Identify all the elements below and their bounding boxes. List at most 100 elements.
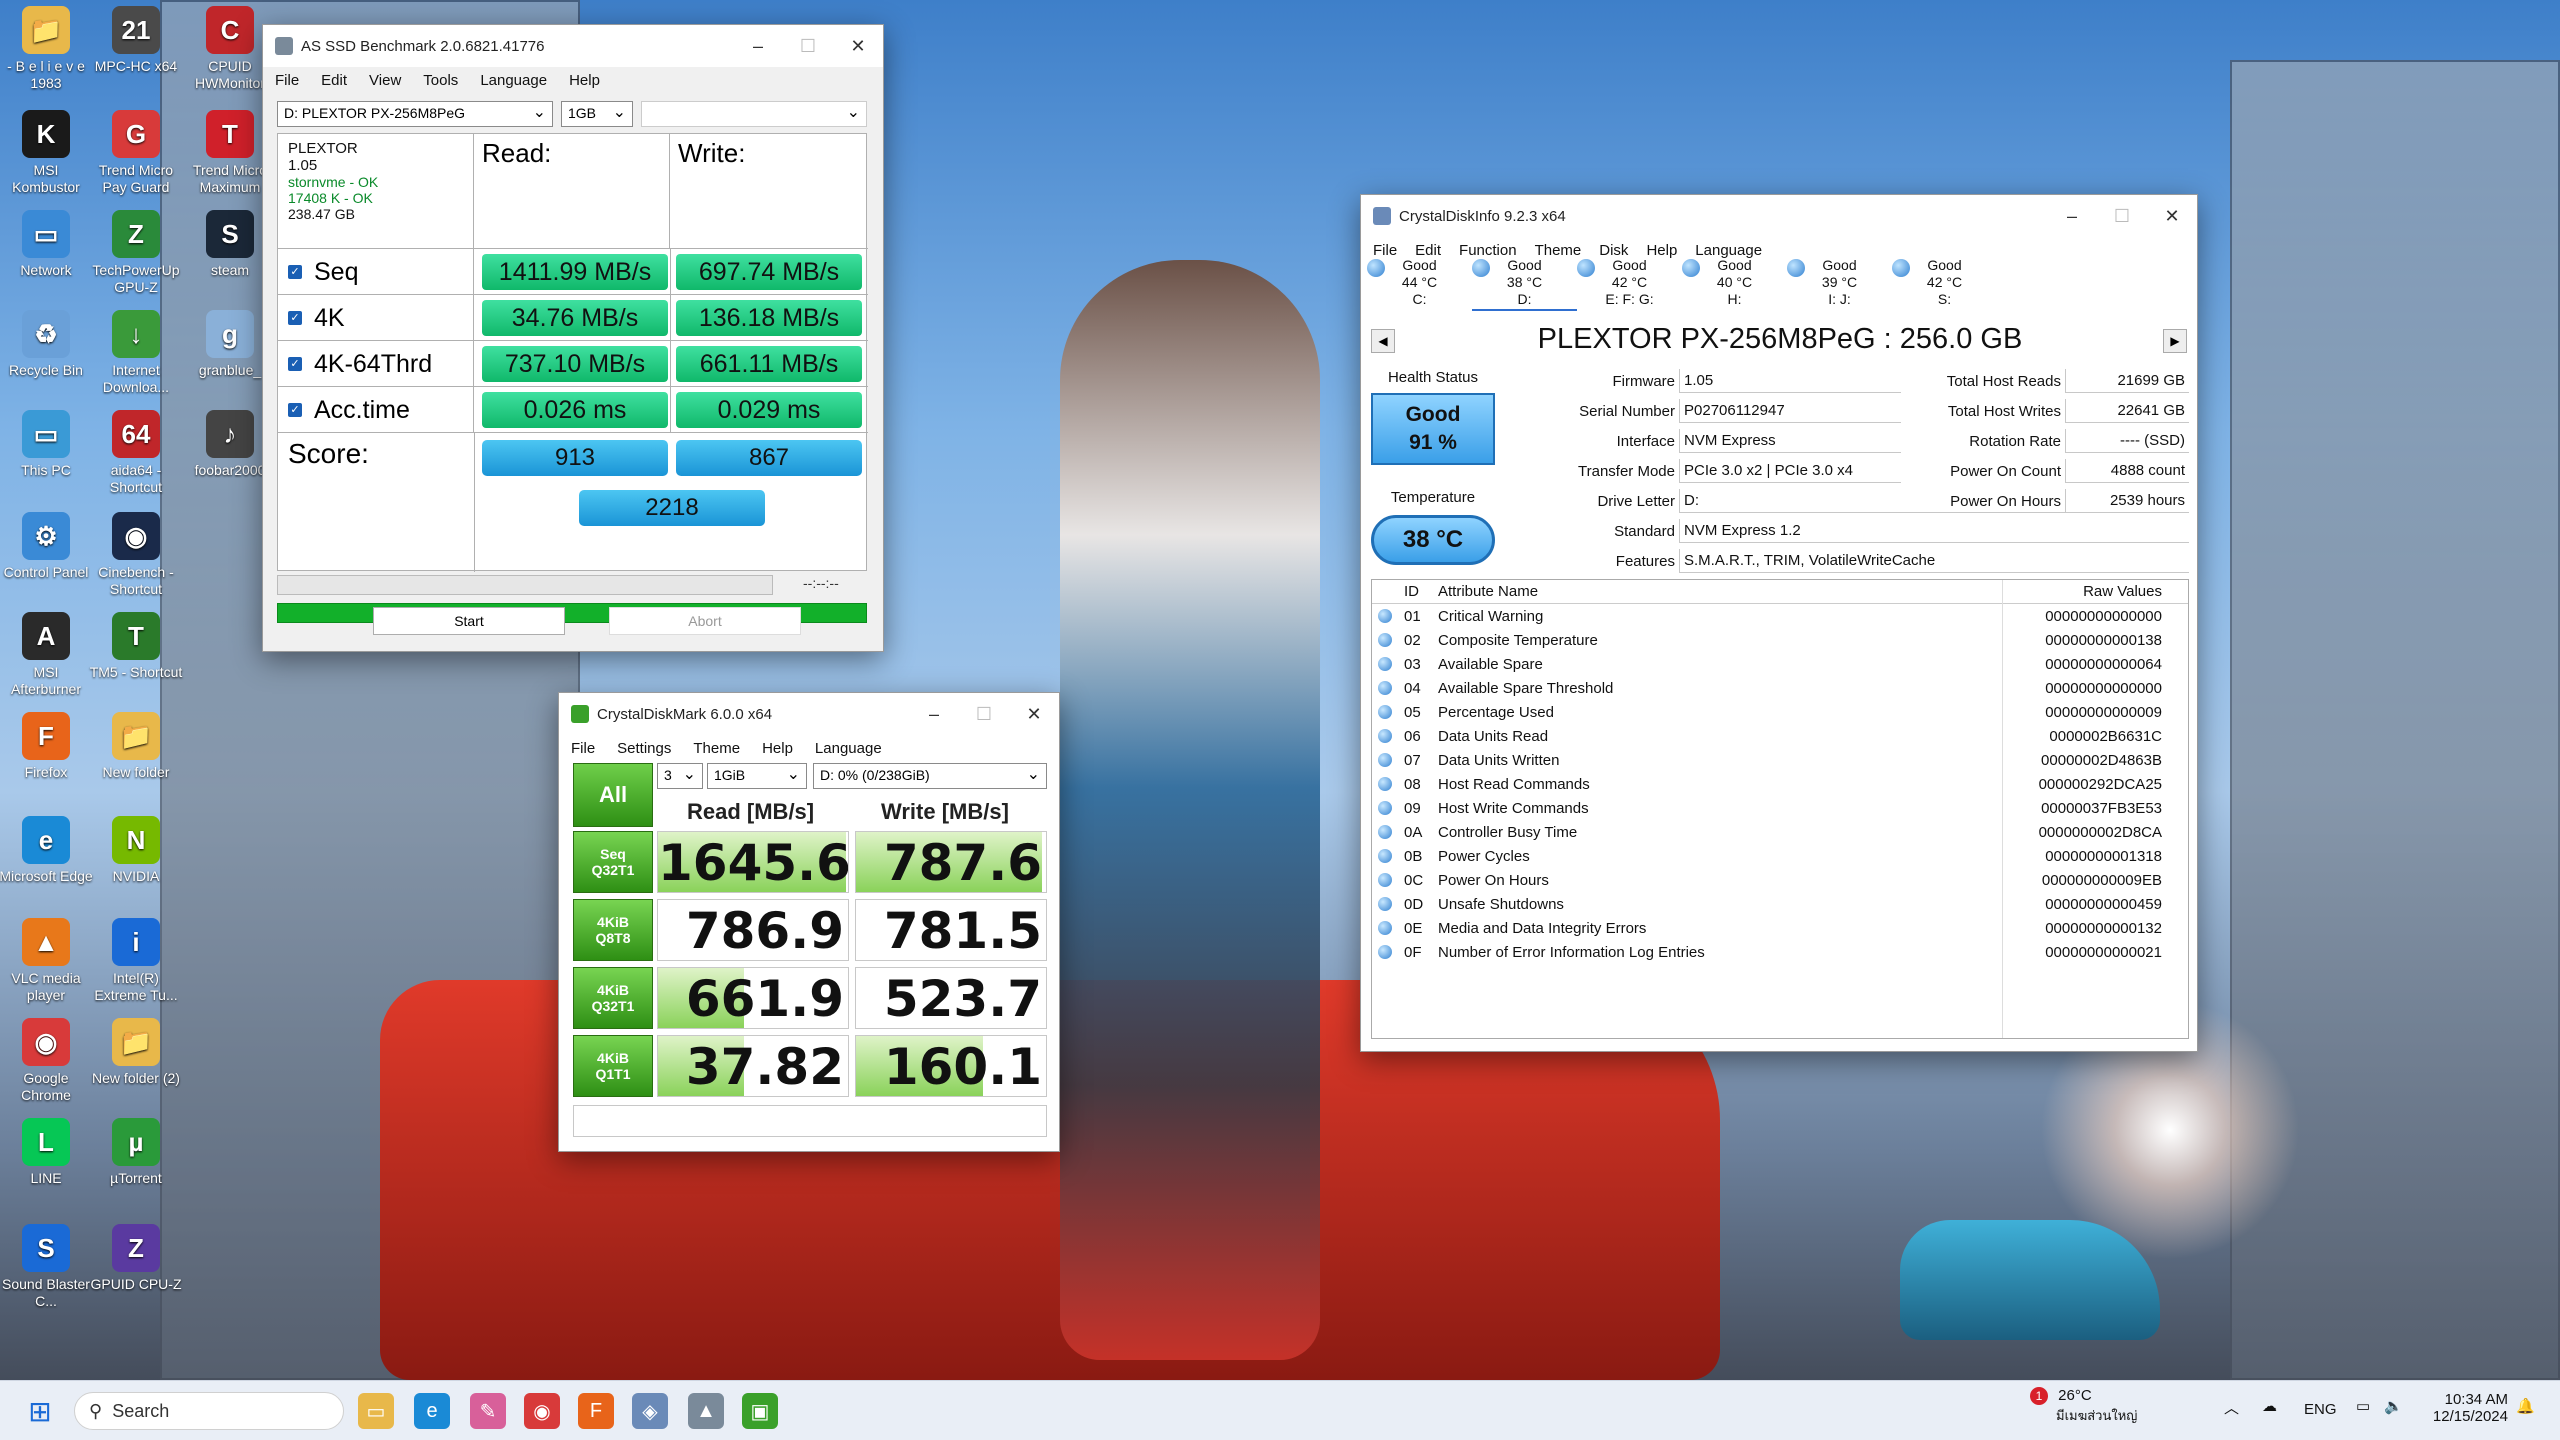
close-icon[interactable]: ✕	[1009, 704, 1059, 725]
volume-icon[interactable]: 🔈	[2384, 1397, 2403, 1415]
minimize-icon[interactable]: –	[733, 36, 783, 57]
edge-icon[interactable]: e	[414, 1393, 450, 1429]
desktop-icon[interactable]: Z GPUID CPU-Z	[88, 1224, 184, 1293]
cdm-all-button[interactable]: All	[573, 763, 653, 827]
as-ssd-taskbar-icon[interactable]: ▲	[688, 1393, 724, 1429]
desktop-icon[interactable]: 📁 New folder (2)	[88, 1018, 184, 1087]
smart-attribute-row[interactable]: 0F Number of Error Information Log Entrie…	[1372, 940, 2188, 964]
desktop-icon[interactable]: Z TechPowerUp GPU-Z	[88, 210, 184, 296]
test-label[interactable]: ✓ 4K-64Thrd	[278, 341, 474, 387]
smart-attribute-row[interactable]: 06 Data Units Read 0000002B6631C	[1372, 724, 2188, 748]
cdi-menu-item[interactable]: Function	[1459, 242, 1517, 259]
start-button[interactable]: Start	[373, 607, 565, 635]
start-button-icon[interactable]: ⊞	[22, 1393, 58, 1429]
cdi-drive-tab[interactable]: Good 42 °C E: F: G:	[1577, 257, 1682, 311]
raw-values-column-header[interactable]: Raw Values	[1990, 583, 2162, 600]
desktop-icon[interactable]: T TM5 - Shortcut	[88, 612, 184, 681]
smart-attribute-row[interactable]: 01 Critical Warning 00000000000000	[1372, 604, 2188, 628]
smart-attribute-row[interactable]: 0E Media and Data Integrity Errors 0000000…	[1372, 916, 2188, 940]
crystaldiskinfo-taskbar-icon[interactable]: ◈	[632, 1393, 668, 1429]
file-explorer-icon[interactable]: ▭	[358, 1393, 394, 1429]
cdi-drive-tab[interactable]: Good 40 °C H:	[1682, 257, 1787, 311]
crystaldiskmark-taskbar-icon[interactable]: ▣	[742, 1393, 778, 1429]
network-icon[interactable]: ▭	[2356, 1397, 2370, 1415]
cdi-drive-tab[interactable]: Good 38 °C D:	[1472, 257, 1577, 311]
smart-attribute-row[interactable]: 07 Data Units Written 00000002D4863B	[1372, 748, 2188, 772]
smart-attribute-row[interactable]: 0A Controller Busy Time 0000000002D8CA	[1372, 820, 2188, 844]
desktop-icon[interactable]: ◉ Cinebench - Shortcut	[88, 512, 184, 598]
desktop-icon[interactable]: ▲ VLC media player	[0, 918, 94, 1004]
cdm-comment-field[interactable]	[573, 1105, 1047, 1137]
maximize-icon[interactable]: ☐	[959, 704, 1009, 725]
cdm-test-button[interactable]: Seq Q32T1	[573, 831, 653, 893]
maximize-icon[interactable]: ☐	[783, 36, 833, 57]
paint-icon[interactable]: ✎	[470, 1393, 506, 1429]
as-ssd-extra-field[interactable]	[641, 101, 867, 127]
desktop-icon[interactable]: ♻ Recycle Bin	[0, 310, 94, 379]
desktop-icon[interactable]: ⚙ Control Panel	[0, 512, 94, 581]
desktop-icon[interactable]: µ µTorrent	[88, 1118, 184, 1187]
desktop-icon[interactable]: L LINE	[0, 1118, 94, 1187]
as-ssd-window[interactable]: AS SSD Benchmark 2.0.6821.41776 – ☐ ✕ Fi…	[262, 24, 884, 652]
smart-attribute-row[interactable]: 0C Power On Hours 000000000009EB	[1372, 868, 2188, 892]
onedrive-cloud-icon[interactable]: ☁	[2262, 1397, 2277, 1415]
desktop-icon[interactable]: 21 MPC-HC x64	[88, 6, 184, 75]
checkbox-checked-icon[interactable]: ✓	[288, 403, 302, 417]
crystaldiskmark-window[interactable]: CrystalDiskMark 6.0.0 x64 – ☐ ✕ File Sett…	[558, 692, 1060, 1152]
cdi-menu-item[interactable]: Help	[1646, 242, 1677, 259]
cdm-test-button[interactable]: 4KiB Q32T1	[573, 967, 653, 1029]
cdm-count-select[interactable]: 3	[657, 763, 703, 789]
desktop-icon[interactable]: F Firefox	[0, 712, 94, 781]
desktop-icon[interactable]: ◉ Google Chrome	[0, 1018, 94, 1104]
maximize-icon[interactable]: ☐	[2097, 206, 2147, 227]
desktop-icon[interactable]: 📁 - B e l i e v e 1983	[0, 6, 94, 92]
as-ssd-drive-select[interactable]: D: PLEXTOR PX-256M8PeG	[277, 101, 553, 127]
clock[interactable]: 10:34 AM 12/15/2024	[2424, 1391, 2508, 1425]
as-ssd-menu-item[interactable]: Help	[569, 72, 600, 89]
desktop-icon[interactable]: 📁 New folder	[88, 712, 184, 781]
cdm-size-select[interactable]: 1GiB	[707, 763, 807, 789]
smart-attribute-row[interactable]: 08 Host Read Commands 000000292DCA25	[1372, 772, 2188, 796]
minimize-icon[interactable]: –	[2047, 206, 2097, 227]
smart-attribute-row[interactable]: 09 Host Write Commands 00000037FB3E53	[1372, 796, 2188, 820]
input-language-indicator[interactable]: ENG	[2304, 1401, 2337, 1418]
checkbox-checked-icon[interactable]: ✓	[288, 311, 302, 325]
abort-button[interactable]: Abort	[609, 607, 801, 635]
as-ssd-menu-item[interactable]: Tools	[423, 72, 458, 89]
cdm-titlebar[interactable]: CrystalDiskMark 6.0.0 x64 – ☐ ✕	[559, 693, 1059, 735]
desktop-icon[interactable]: ▭ This PC	[0, 410, 94, 479]
checkbox-checked-icon[interactable]: ✓	[288, 265, 302, 279]
cdi-menu-item[interactable]: Disk	[1599, 242, 1628, 259]
cdi-menu-item[interactable]: Theme	[1535, 242, 1582, 259]
cdi-menu-item[interactable]: File	[1373, 242, 1397, 259]
crystaldiskinfo-window[interactable]: CrystalDiskInfo 9.2.3 x64 – ☐ ✕ File Edit…	[1360, 194, 2198, 1052]
cdi-drive-tab[interactable]: Good 44 °C C:	[1367, 257, 1472, 311]
cdm-test-button[interactable]: 4KiB Q8T8	[573, 899, 653, 961]
cdi-menu-item[interactable]: Language	[1695, 242, 1762, 259]
firefox-icon[interactable]: F	[578, 1393, 614, 1429]
notification-bell-icon[interactable]: 🔔	[2516, 1397, 2535, 1415]
close-icon[interactable]: ✕	[2147, 206, 2197, 227]
as-ssd-titlebar[interactable]: AS SSD Benchmark 2.0.6821.41776 – ☐ ✕	[263, 25, 883, 67]
desktop-icon[interactable]: ▭ Network	[0, 210, 94, 279]
smart-attribute-row[interactable]: 05 Percentage Used 00000000000009	[1372, 700, 2188, 724]
cdm-menu-item[interactable]: Language	[815, 740, 882, 757]
test-label[interactable]: ✓ Acc.time	[278, 387, 474, 433]
as-ssd-menu-item[interactable]: Edit	[321, 72, 347, 89]
desktop-icon[interactable]: N NVIDIA	[88, 816, 184, 885]
desktop-icon[interactable]: S Sound Blaster C...	[0, 1224, 94, 1310]
desktop-icon[interactable]: i Intel(R) Extreme Tu...	[88, 918, 184, 1004]
desktop-icon[interactable]: e Microsoft Edge	[0, 816, 94, 885]
desktop-icon[interactable]: K MSI Kombustor	[0, 110, 94, 196]
weather-widget[interactable]: 1 26°C มีเมฆส่วนใหญ่	[2030, 1387, 2137, 1426]
cdm-test-button[interactable]: 4KiB Q1T1	[573, 1035, 653, 1097]
cdi-menu-item[interactable]: Edit	[1415, 242, 1441, 259]
cdi-drive-tab[interactable]: Good 42 °C S:	[1892, 257, 1997, 311]
as-ssd-menu-item[interactable]: View	[369, 72, 401, 89]
cdm-menu-item[interactable]: Theme	[693, 740, 740, 757]
test-label[interactable]: ✓ 4K	[278, 295, 474, 341]
desktop-icon[interactable]: A MSI Afterburner	[0, 612, 94, 698]
smart-attribute-row[interactable]: 02 Composite Temperature 00000000000138	[1372, 628, 2188, 652]
checkbox-checked-icon[interactable]: ✓	[288, 357, 302, 371]
minimize-icon[interactable]: –	[909, 704, 959, 725]
